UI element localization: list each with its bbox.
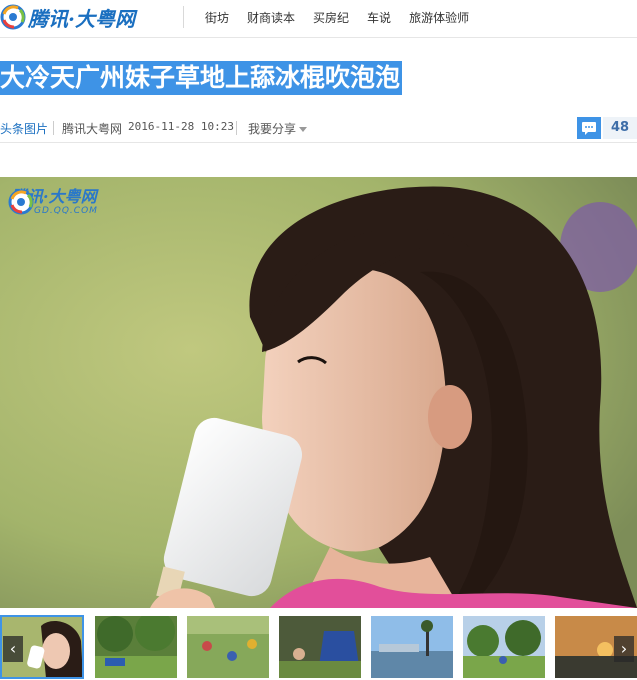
comment-count[interactable]: 48 — [603, 117, 637, 139]
thumbnail-strip: ‹ › — [0, 612, 637, 680]
article-info: 头条图片 腾讯大粤网 2016-11-28 10:23 我要分享 — [0, 117, 637, 139]
nav-item-jiefang[interactable]: 街坊 — [205, 9, 229, 26]
qq-logo-icon — [8, 189, 34, 215]
thumbnail-image — [279, 616, 361, 678]
next-arrow-button[interactable]: › — [614, 636, 634, 662]
caret-down-icon — [299, 127, 308, 132]
qq-logo-icon — [0, 4, 26, 30]
publish-time: 2016-11-28 10:23 — [128, 120, 234, 133]
thumbnail-image — [187, 616, 269, 678]
nav-item-caishang[interactable]: 财商读本 — [247, 9, 295, 26]
info-divider — [53, 121, 54, 135]
header-divider — [183, 6, 184, 28]
thumbnail-6[interactable] — [463, 616, 545, 678]
nav-item-cheshuo[interactable]: 车说 — [367, 9, 391, 26]
info-bottom-divider — [0, 142, 637, 143]
share-label: 我要分享 — [248, 122, 297, 136]
thumbnail-3[interactable] — [187, 616, 269, 678]
comment-icon — [582, 122, 596, 135]
thumbnail-2[interactable] — [95, 616, 177, 678]
nav-item-lvyou[interactable]: 旅游体验师 — [409, 9, 469, 26]
photo-watermark: 腾讯·大粤网 — [8, 189, 97, 215]
article-title: 大冷天广州妹子草地上舔冰棍吹泡泡 — [0, 61, 403, 95]
thumbnail-image — [371, 616, 453, 678]
top-nav: 街坊 财商读本 买房纪 车说 旅游体验师 — [205, 9, 469, 26]
prev-arrow-button[interactable]: ‹ — [3, 636, 23, 662]
share-button[interactable]: 我要分享 — [248, 120, 308, 137]
info-divider — [236, 121, 237, 135]
site-logo[interactable]: 腾讯·大粤网 — [0, 2, 135, 32]
nav-item-maifang[interactable]: 买房纪 — [313, 9, 349, 26]
photo-image — [0, 177, 637, 608]
site-header: 腾讯·大粤网 街坊 财商读本 买房纪 车说 旅游体验师 — [0, 0, 637, 38]
logo-text: 腾讯·大粤网 — [28, 6, 135, 31]
watermark-subtext: GD.QQ.COM — [34, 206, 98, 216]
source-link[interactable]: 头条图片 — [0, 120, 48, 137]
thumbnail-4[interactable] — [279, 616, 361, 678]
comment-button[interactable] — [577, 117, 601, 139]
main-photo[interactable]: 腾讯·大粤网 GD.QQ.COM — [0, 177, 637, 608]
thumbnail-5[interactable] — [371, 616, 453, 678]
thumbnail-image — [463, 616, 545, 678]
media-name: 腾讯大粤网 — [62, 122, 123, 136]
thumbnail-image — [95, 616, 177, 678]
